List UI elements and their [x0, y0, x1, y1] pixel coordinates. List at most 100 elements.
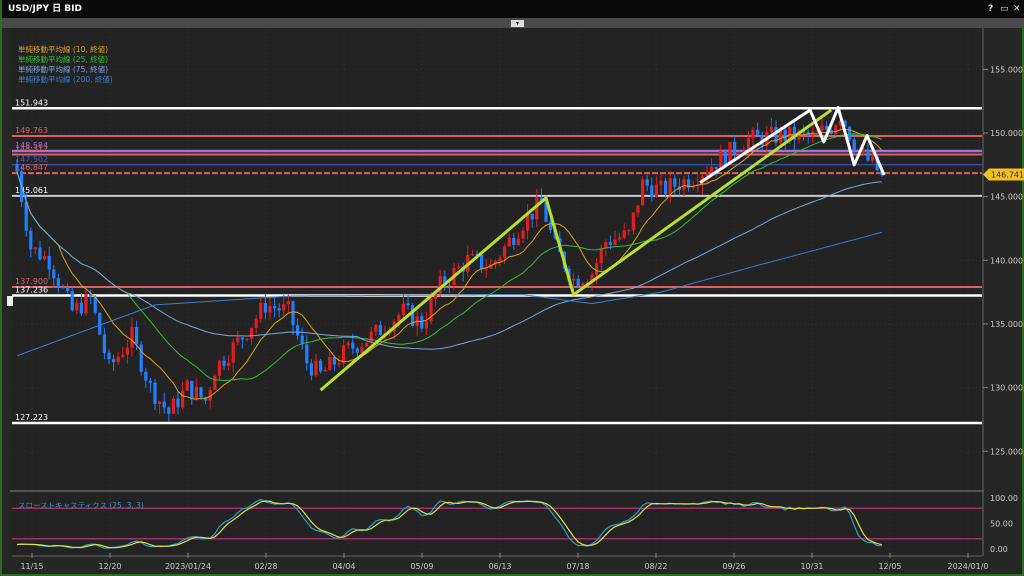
- candle: [199, 387, 202, 397]
- candle: [572, 279, 575, 281]
- candle: [15, 165, 18, 171]
- level-label: 127.223: [15, 413, 48, 422]
- candle: [291, 301, 294, 325]
- candle: [379, 325, 382, 335]
- candle: [406, 303, 409, 305]
- candle: [172, 399, 175, 414]
- candle: [218, 361, 221, 376]
- candle: [144, 372, 147, 381]
- candle: [710, 167, 713, 173]
- candle: [29, 231, 32, 250]
- stoch-axis-label: 50.00: [990, 520, 1013, 529]
- candle: [71, 291, 74, 310]
- candle: [337, 363, 340, 364]
- candle: [287, 301, 290, 304]
- candle: [669, 178, 672, 194]
- candle: [255, 319, 258, 328]
- candle: [227, 363, 230, 366]
- level-label: 146.847: [15, 163, 48, 172]
- price-chart[interactable]: 155.000150.000145.000140.000135.000130.0…: [2, 0, 1024, 576]
- candle: [512, 238, 515, 245]
- candle: [190, 381, 193, 399]
- candle: [61, 287, 64, 288]
- candle: [595, 263, 598, 275]
- legend-item: 単純移動平均線 (10, 終値): [18, 44, 108, 54]
- legend-item: 単純移動平均線 (75, 終値): [18, 64, 108, 74]
- candle: [517, 239, 520, 245]
- candle: [342, 345, 345, 363]
- legend-item: 単純移動平均線 (200, 終値): [18, 74, 113, 84]
- candle: [659, 181, 662, 185]
- candle: [784, 129, 787, 140]
- candle: [751, 130, 754, 138]
- candle: [351, 343, 354, 349]
- level-label: 149.763: [15, 126, 48, 135]
- candle: [508, 238, 511, 246]
- candle: [770, 127, 773, 132]
- chart-window: USD/JPY 日 BID ? ▭ ✕ ▾ 155.000150.000145.…: [0, 0, 1024, 576]
- candle: [112, 359, 115, 362]
- candle: [853, 140, 856, 151]
- price-axis-label: 125.000: [990, 447, 1023, 456]
- candle: [273, 306, 276, 308]
- candle: [241, 338, 244, 340]
- date-axis-label: 09/26: [722, 562, 745, 571]
- date-axis-label: 04/04: [332, 562, 355, 571]
- candle: [259, 303, 262, 319]
- stoch-axis-label: 0.00: [990, 545, 1008, 554]
- candle: [632, 213, 635, 231]
- candle: [48, 256, 51, 270]
- candle: [848, 127, 851, 140]
- candle: [80, 302, 83, 313]
- candle: [756, 130, 759, 135]
- candle: [117, 357, 120, 362]
- candle: [52, 269, 55, 278]
- date-axis-label: 2023/01/24: [165, 562, 211, 571]
- candle: [370, 332, 373, 343]
- candle: [43, 256, 46, 259]
- candle: [38, 248, 41, 260]
- candle: [186, 381, 189, 391]
- level-label: 148.312: [15, 144, 48, 153]
- candle: [724, 151, 727, 165]
- candle: [365, 343, 368, 347]
- plot-area: [12, 28, 982, 490]
- candle: [319, 361, 322, 372]
- date-axis-label: 02/28: [254, 562, 277, 571]
- candle: [222, 361, 225, 366]
- candle: [328, 357, 331, 370]
- candle: [627, 230, 630, 231]
- candle: [135, 327, 138, 344]
- candle: [140, 344, 143, 371]
- price-axis-label: 150.000: [990, 129, 1023, 138]
- candle: [107, 353, 110, 359]
- scroll-handle[interactable]: [7, 296, 13, 306]
- candle: [356, 349, 359, 353]
- candle: [278, 308, 281, 310]
- candle: [296, 325, 299, 335]
- candle: [34, 248, 37, 250]
- candle: [682, 179, 685, 189]
- date-axis-label: 05/09: [410, 562, 433, 571]
- candle: [195, 387, 198, 399]
- candle: [25, 202, 28, 231]
- date-axis-label: 07/18: [566, 562, 589, 571]
- candle: [715, 167, 718, 169]
- candle: [613, 239, 616, 244]
- date-axis-label: 12/05: [878, 562, 901, 571]
- candle: [66, 287, 69, 291]
- candle: [213, 376, 216, 390]
- candle: [834, 126, 837, 134]
- candle: [282, 304, 285, 310]
- candle: [871, 156, 874, 160]
- candle: [636, 205, 639, 212]
- candle: [163, 402, 166, 408]
- candle: [425, 321, 428, 328]
- candle: [448, 285, 451, 286]
- candle: [503, 246, 506, 258]
- level-label: 145.061: [15, 186, 48, 195]
- candle: [664, 181, 667, 194]
- price-axis-label: 130.000: [990, 384, 1023, 393]
- candle: [314, 361, 317, 376]
- level-label: 151.943: [15, 98, 48, 107]
